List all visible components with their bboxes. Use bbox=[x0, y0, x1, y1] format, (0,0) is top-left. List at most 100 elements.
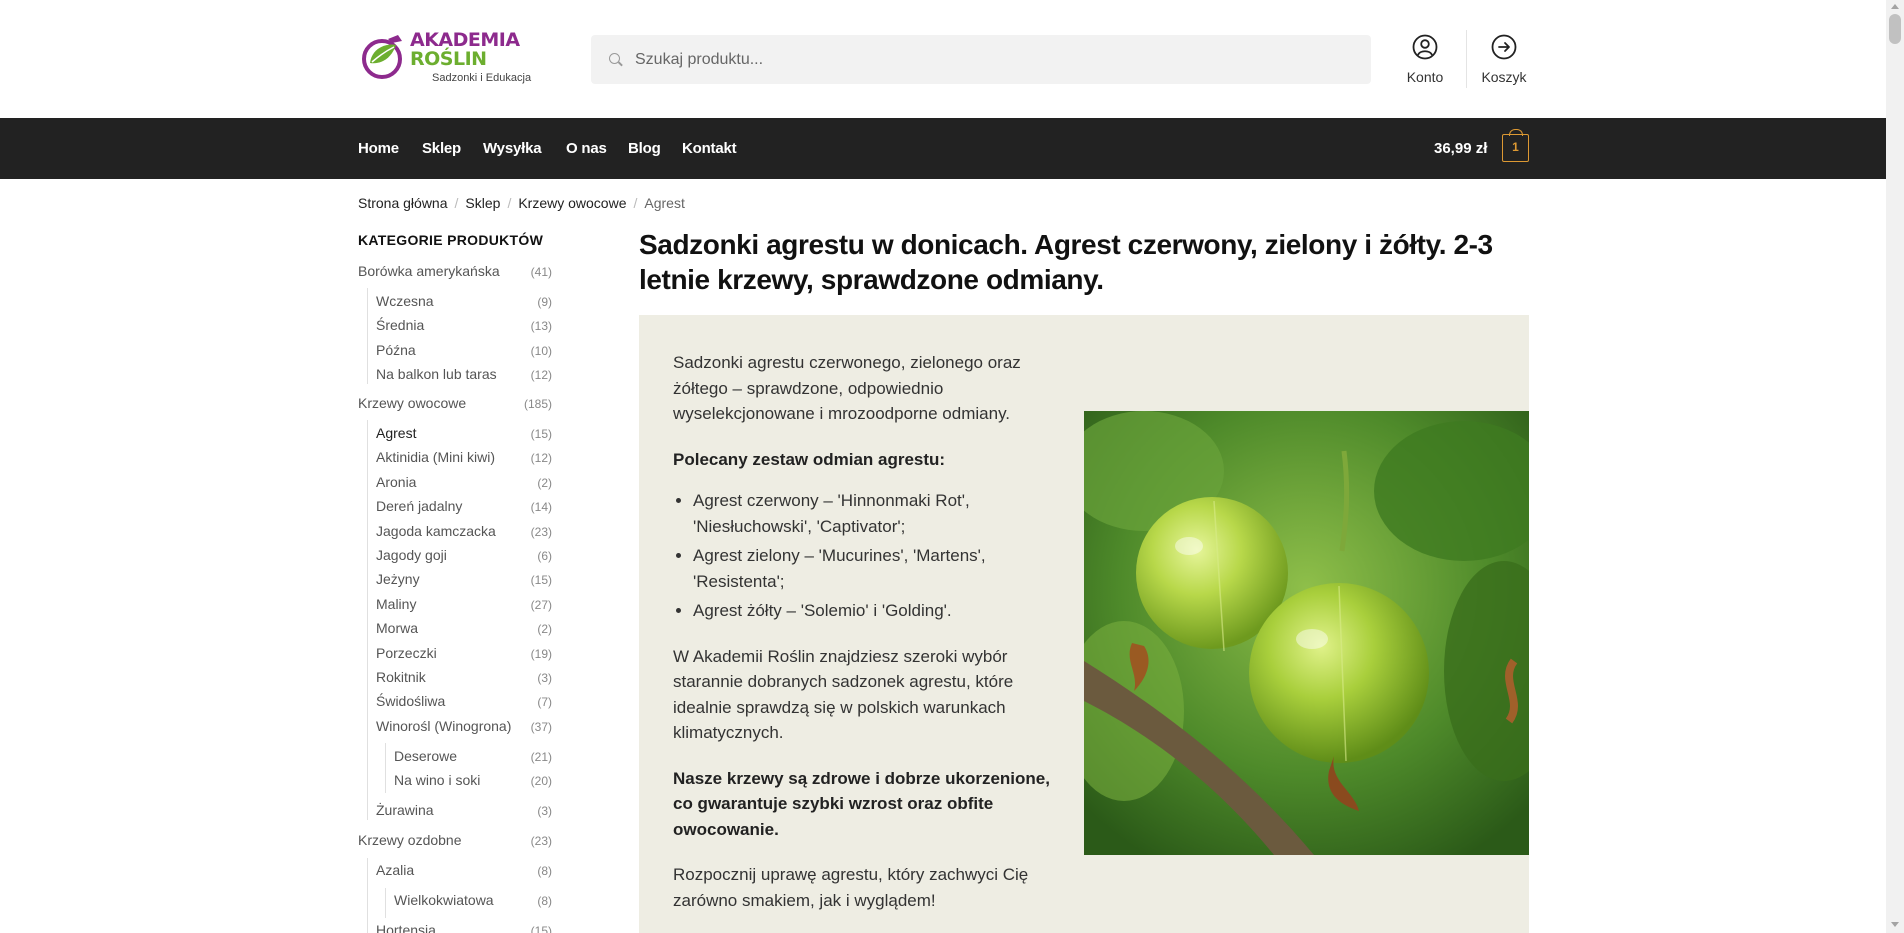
variety-item: Agrest czerwony – 'Hinnonmaki Rot', 'Nie… bbox=[693, 488, 1063, 539]
category-name[interactable]: Deserowe bbox=[394, 748, 457, 764]
category-count: (8) bbox=[537, 894, 552, 908]
category-name[interactable]: Jagody goji bbox=[376, 547, 447, 563]
category-item[interactable]: Aktinidia (Mini kiwi) (12) bbox=[376, 449, 552, 469]
category-item[interactable]: Żurawina (3) bbox=[376, 802, 552, 822]
site-logo[interactable]: AKADEMIA ROŚLIN Sadzonki i Edukacja bbox=[358, 30, 544, 84]
category-name[interactable]: Żurawina bbox=[376, 802, 434, 818]
nav-sklep[interactable]: Sklep bbox=[422, 140, 461, 157]
category-item[interactable]: Jeżyny (15) bbox=[376, 571, 552, 591]
category-count: (13) bbox=[530, 319, 552, 333]
category-name[interactable]: Porzeczki bbox=[376, 645, 437, 661]
cart-total[interactable]: 36,99 zł bbox=[1434, 140, 1487, 157]
category-name[interactable]: Na balkon lub taras bbox=[376, 366, 497, 382]
category-indent-line bbox=[367, 420, 368, 820]
category-item[interactable]: Krzewy ozdobne (23) bbox=[358, 832, 552, 852]
category-item[interactable]: Winorośl (Winogrona) (37) bbox=[376, 718, 552, 738]
category-name[interactable]: Winorośl (Winogrona) bbox=[376, 718, 511, 734]
logo-title: AKADEMIA ROŚLIN bbox=[410, 28, 520, 70]
user-circle-icon bbox=[1412, 34, 1438, 60]
category-item[interactable]: Jagoda kamczacka (23) bbox=[376, 523, 552, 543]
nav-blog[interactable]: Blog bbox=[628, 140, 661, 157]
category-item[interactable]: Na wino i soki (20) bbox=[394, 772, 552, 792]
category-name[interactable]: Średnia bbox=[376, 317, 424, 333]
category-name[interactable]: Azalia bbox=[376, 862, 414, 878]
breadcrumb: Strona główna / Sklep / Krzewy owocowe /… bbox=[358, 195, 685, 211]
product-title: Sadzonki agrestu w donicach. Agrest czer… bbox=[639, 229, 1493, 295]
category-item[interactable]: Jagody goji (6) bbox=[376, 547, 552, 567]
category-count: (27) bbox=[530, 598, 552, 612]
intro-paragraph: Sadzonki agrestu czerwonego, zielonego o… bbox=[673, 353, 1021, 423]
account-button[interactable]: Konto bbox=[1389, 32, 1461, 85]
category-count: (9) bbox=[537, 295, 552, 309]
category-item[interactable]: Dereń jadalny (14) bbox=[376, 498, 552, 518]
category-name[interactable]: Agrest bbox=[376, 425, 416, 441]
category-item[interactable]: Wielkokwiatowa (8) bbox=[394, 892, 552, 912]
breadcrumb-separator: / bbox=[633, 195, 638, 211]
category-item[interactable]: Morwa (2) bbox=[376, 620, 552, 640]
category-name[interactable]: Jagoda kamczacka bbox=[376, 523, 496, 539]
category-name[interactable]: Aktinidia (Mini kiwi) bbox=[376, 449, 495, 465]
nav-o-nas[interactable]: O nas bbox=[566, 140, 607, 157]
category-name[interactable]: Maliny bbox=[376, 596, 416, 612]
category-name[interactable]: Rokitnik bbox=[376, 669, 426, 685]
variety-item: Agrest zielony – 'Mucurines', 'Martens',… bbox=[693, 543, 1063, 594]
variety-item: Agrest żółty – 'Solemio' i 'Golding'. bbox=[693, 598, 1063, 624]
category-item[interactable]: Hortensja (15) bbox=[376, 922, 552, 933]
category-count: (23) bbox=[530, 834, 552, 848]
breadcrumb-shop[interactable]: Sklep bbox=[465, 195, 500, 211]
category-name[interactable]: Krzewy ozdobne bbox=[358, 832, 462, 848]
category-count: (15) bbox=[530, 573, 552, 587]
category-item[interactable]: Azalia (8) bbox=[376, 862, 552, 882]
category-name[interactable]: Wczesna bbox=[376, 293, 434, 309]
category-name[interactable]: Hortensja bbox=[376, 922, 436, 933]
search-bar bbox=[591, 35, 1371, 84]
category-item[interactable]: Borówka amerykańska (41) bbox=[358, 263, 552, 283]
main-navigation: Home Sklep Wysyłka O nas Blog Kontakt 36… bbox=[0, 118, 1886, 179]
cart-button[interactable]: Koszyk bbox=[1468, 32, 1540, 85]
search-icon bbox=[609, 52, 623, 67]
page-scrollbar[interactable] bbox=[1886, 0, 1904, 933]
category-name[interactable]: Morwa bbox=[376, 620, 418, 636]
category-item[interactable]: Wczesna (9) bbox=[376, 293, 552, 313]
category-item[interactable]: Porzeczki (19) bbox=[376, 645, 552, 665]
scroll-thumb[interactable] bbox=[1889, 14, 1901, 44]
category-count: (37) bbox=[530, 720, 552, 734]
breadcrumb-home[interactable]: Strona główna bbox=[358, 195, 448, 211]
category-count: (21) bbox=[530, 750, 552, 764]
logo-tagline: Sadzonki i Edukacja bbox=[432, 71, 532, 84]
category-item[interactable]: Średnia (13) bbox=[376, 317, 552, 337]
category-count: (12) bbox=[530, 368, 552, 382]
category-item[interactable]: Krzewy owocowe (185) bbox=[358, 395, 552, 415]
category-item[interactable]: Późna (10) bbox=[376, 342, 552, 362]
scroll-down-arrow-icon[interactable] bbox=[1891, 922, 1899, 927]
category-count: (6) bbox=[537, 549, 552, 563]
category-name[interactable]: Dereń jadalny bbox=[376, 498, 462, 514]
category-count: (15) bbox=[530, 427, 552, 441]
search-input[interactable] bbox=[635, 50, 1335, 69]
closing-paragraph: Rozpocznij uprawę agrestu, który zachwyc… bbox=[673, 865, 1029, 910]
category-indent-line bbox=[385, 888, 386, 918]
category-item[interactable]: Maliny (27) bbox=[376, 596, 552, 616]
cart-count-badge[interactable]: 1 bbox=[1502, 129, 1529, 162]
sidebar-heading: KATEGORIE PRODUKTÓW bbox=[358, 232, 544, 248]
breadcrumb-category[interactable]: Krzewy owocowe bbox=[518, 195, 626, 211]
category-item[interactable]: Świdośliwa (7) bbox=[376, 693, 552, 713]
category-item[interactable]: Deserowe (21) bbox=[394, 748, 552, 768]
category-name[interactable]: Aronia bbox=[376, 474, 416, 490]
nav-kontakt[interactable]: Kontakt bbox=[682, 140, 737, 157]
category-name[interactable]: Wielkokwiatowa bbox=[394, 892, 494, 908]
category-item[interactable]: Rokitnik (3) bbox=[376, 669, 552, 689]
category-item[interactable]: Aronia (2) bbox=[376, 474, 552, 494]
category-name[interactable]: Jeżyny bbox=[376, 571, 420, 587]
nav-home[interactable]: Home bbox=[358, 140, 399, 157]
scroll-up-arrow-icon[interactable] bbox=[1891, 4, 1899, 9]
category-name[interactable]: Borówka amerykańska bbox=[358, 263, 500, 279]
breadcrumb-separator: / bbox=[507, 195, 512, 211]
category-name[interactable]: Świdośliwa bbox=[376, 693, 445, 709]
category-name[interactable]: Późna bbox=[376, 342, 416, 358]
category-item[interactable]: Na balkon lub taras (12) bbox=[376, 366, 552, 386]
category-item[interactable]: Agrest (15) bbox=[376, 425, 552, 445]
category-name[interactable]: Na wino i soki bbox=[394, 772, 480, 788]
category-name[interactable]: Krzewy owocowe bbox=[358, 395, 466, 411]
nav-wysylka[interactable]: Wysyłka bbox=[483, 140, 542, 157]
